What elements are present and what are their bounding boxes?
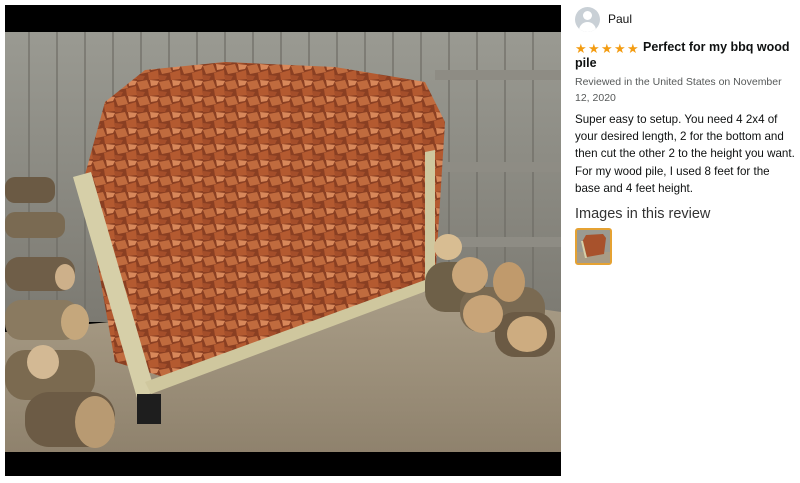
review-image-thumbnail[interactable] bbox=[575, 228, 612, 266]
star-rating: ★ ★ ★ ★ ★ bbox=[575, 42, 640, 55]
reviewer-profile[interactable]: Paul bbox=[575, 6, 795, 32]
image-viewer bbox=[5, 5, 561, 476]
star-icon: ★ bbox=[588, 41, 600, 56]
review-title-row: ★ ★ ★ ★ ★ Perfect for my bbq wood pile bbox=[575, 39, 795, 71]
review-panel: Paul ★ ★ ★ ★ ★ Perfect for my bbq wood p… bbox=[575, 6, 795, 266]
review-photo bbox=[5, 32, 561, 452]
star-icon: ★ bbox=[575, 41, 587, 56]
reviewer-name[interactable]: Paul bbox=[608, 12, 632, 26]
thumbnail-image bbox=[577, 230, 610, 264]
default-user-icon bbox=[575, 6, 600, 32]
star-icon: ★ bbox=[627, 41, 639, 56]
review-meta: Reviewed in the United States on Novembe… bbox=[575, 76, 782, 104]
star-icon: ★ bbox=[614, 41, 626, 56]
star-icon: ★ bbox=[601, 41, 613, 56]
review-body: Super easy to setup. You need 4 2x4 of y… bbox=[575, 113, 795, 195]
images-in-review-heading: Images in this review bbox=[575, 206, 711, 223]
firewood-rack-photo bbox=[5, 32, 561, 452]
